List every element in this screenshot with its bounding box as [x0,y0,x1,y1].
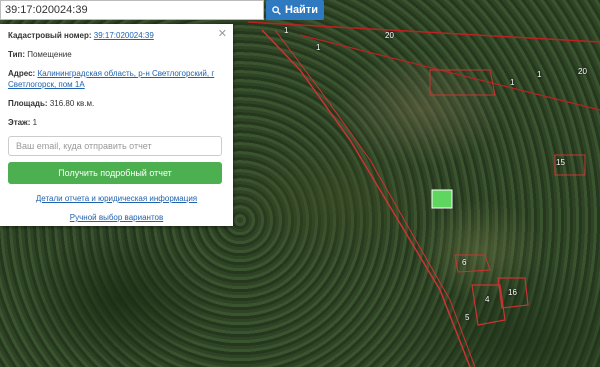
map-label: 1 [284,26,289,35]
details-link[interactable]: Детали отчета и юридическая информация [8,194,225,203]
address-link-line2[interactable]: Светлогорск, пом 1А [8,80,85,89]
map-label: 1 [316,43,321,52]
map-label: 20 [385,31,394,40]
cadastral-link[interactable]: 39:17:020024:39 [94,31,154,40]
close-icon[interactable]: ✕ [218,27,227,40]
map-label: 4 [485,295,490,304]
floor-row: Этаж: 1 [8,117,225,128]
type-label: Тип: [8,50,25,59]
address-row: Адрес: Калининградская область, р-н Свет… [8,68,225,90]
find-button[interactable]: Найти [266,0,324,20]
find-button-label: Найти [285,4,318,16]
parcel-info-card: ✕ Кадастровый номер: 39:17:020024:39 Тип… [0,24,233,226]
area-label: Площадь: [8,99,48,108]
type-value: Помещение [27,50,72,59]
search-icon [272,5,281,15]
floor-label: Этаж: [8,118,31,127]
area-value: 316.80 кв.м. [49,99,95,108]
manual-select-link[interactable]: Ручной выбор вариантов [8,213,225,222]
map-label: 6 [462,258,467,267]
address-link-line1[interactable]: Калининградская область, р-н Светлогорск… [37,69,214,78]
map-label: 5 [465,313,470,322]
floor-value: 1 [32,118,38,127]
search-input[interactable]: 39:17:020024:39 [0,0,264,20]
map-label: 16 [508,288,517,297]
map-label: 1 [510,78,515,87]
address-label: Адрес: [8,69,36,78]
email-field[interactable]: Ваш email, куда отправить отчет [8,136,222,156]
cadastral-label: Кадастровый номер: [8,31,92,40]
area-row: Площадь: 316.80 кв.м. [8,98,225,109]
cadastral-row: Кадастровый номер: 39:17:020024:39 [8,30,225,41]
map-label: 15 [556,158,565,167]
map-label: 1 [537,70,542,79]
type-row: Тип: Помещение [8,49,225,60]
map-label: 20 [578,67,587,76]
get-report-button[interactable]: Получить подробный отчет [8,162,222,184]
